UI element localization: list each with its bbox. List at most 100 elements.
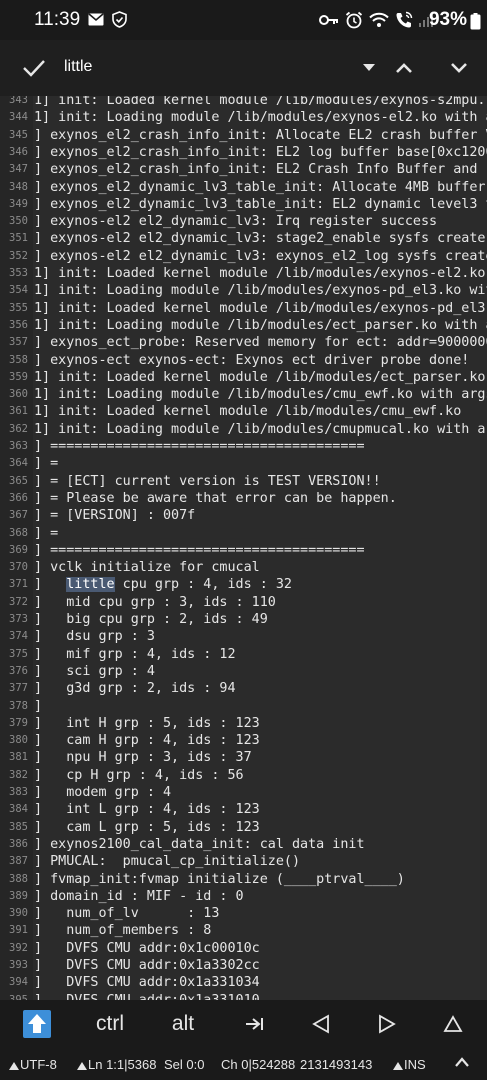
alt-key-button[interactable]: alt — [166, 1008, 200, 1040]
line-text: 1] init: Loading module /lib/modules/exy… — [34, 110, 487, 126]
editor-line[interactable]: 381] npu H grp : 3, ids : 37 — [0, 749, 487, 766]
editor-line[interactable]: 359 1] init: Loaded kernel module /lib/mo… — [0, 369, 487, 386]
find-next-icon[interactable] — [445, 54, 473, 82]
arrow-left-icon[interactable] — [306, 1008, 336, 1040]
key-icon — [319, 13, 339, 32]
line-number: 376 — [9, 664, 28, 677]
editor-line[interactable]: 358] exynos-ect exynos-ect: Exynos ect d… — [0, 352, 487, 369]
editor-line[interactable]: 394] DVFS CMU addr:0x1a331034 — [0, 974, 487, 991]
editor-line[interactable]: 344 1] init: Loading module /lib/modules/… — [0, 109, 487, 126]
line-text: 1] init: Loading module /lib/modules/cmu… — [34, 421, 487, 437]
line-text: ] exynos_ect_probe: Reserved memory for … — [34, 335, 487, 351]
line-text: ] PMUCAL: pmucal_cp_initialize() — [34, 854, 301, 870]
editor-line[interactable]: 351] exynos-el2 el2_dynamic_lv3: stage2_… — [0, 230, 487, 247]
line-text: ] modem grp : 4 — [34, 785, 172, 800]
triangle-up-icon — [9, 1061, 19, 1070]
editor-line[interactable]: 345] exynos_el2_crash_info_init: Allocat… — [0, 127, 487, 144]
editor-line[interactable]: 366] = Please be aware that error can be… — [0, 490, 487, 507]
line-number: 347 — [9, 163, 28, 176]
editor-line[interactable]: 372] mid cpu grp : 3, ids : 110 — [0, 594, 487, 611]
editor-line[interactable]: 370] vclk initialize for cmucal — [0, 559, 487, 576]
line-position-indicator[interactable]: Ln 1:1|5368 — [76, 1057, 156, 1072]
editor-line[interactable]: 374] dsu grp : 3 — [0, 628, 487, 645]
editor-line[interactable]: 371] little cpu grp : 4, ids : 32 — [0, 576, 487, 593]
editor-line[interactable]: 387] PMUCAL: pmucal_cp_initialize() — [0, 853, 487, 870]
editor-line[interactable]: 385] cam L grp : 5, ids : 123 — [0, 819, 487, 836]
editor-line[interactable]: 368] = — [0, 525, 487, 542]
editor-line[interactable]: 391] num_of_members : 8 — [0, 922, 487, 939]
line-number: 361 — [9, 405, 28, 418]
arrow-right-icon[interactable] — [372, 1008, 402, 1040]
editor-line[interactable]: 382] cp H grp : 4, ids : 56 — [0, 767, 487, 784]
line-number: 375 — [9, 647, 28, 660]
editor-line[interactable]: 379] int H grp : 5, ids : 123 — [0, 715, 487, 732]
line-text: ] cam H grp : 4, ids : 123 — [34, 733, 260, 749]
line-text: ] cam L grp : 5, ids : 123 — [34, 819, 260, 835]
editor-line[interactable]: 380] cam H grp : 4, ids : 123 — [0, 732, 487, 749]
find-previous-icon[interactable] — [390, 54, 418, 82]
editor-line[interactable]: 389] domain_id : MIF - id : 0 — [0, 888, 487, 905]
shift-key-icon[interactable] — [20, 1008, 54, 1040]
editor-line[interactable]: 362 1] init: Loading module /lib/modules/… — [0, 421, 487, 438]
editor-line[interactable]: 347] exynos_el2_crash_info_init: EL2 Cra… — [0, 161, 487, 178]
line-number: 355 — [9, 301, 28, 314]
line-text: ] exynos_el2_crash_info_init: EL2 log bu… — [34, 144, 487, 160]
line-text: 1] init: Loaded kernel module /lib/modul… — [34, 404, 462, 420]
editor-line[interactable]: 361 1] init: Loaded kernel module /lib/mo… — [0, 403, 487, 420]
line-text: ] big cpu grp : 2, ids : 49 — [34, 612, 268, 627]
editor-line[interactable]: 388] fvmap_init:fvmap initialize (____pt… — [0, 871, 487, 888]
line-number: 343 — [9, 96, 28, 106]
editor-line[interactable]: 349] exynos_el2_dynamic_lv3_table_init: … — [0, 196, 487, 213]
editor-line[interactable]: 343 1] init: Loaded kernel module /lib/mo… — [0, 96, 487, 109]
editor-line[interactable]: 367] = [VERSION] : 007f — [0, 507, 487, 524]
editor-line[interactable]: 357] exynos_ect_probe: Reserved memory f… — [0, 334, 487, 351]
line-text: 1] init: Loaded kernel module /lib/modul… — [34, 369, 486, 385]
editor-line[interactable]: 353 1] init: Loaded kernel module /lib/mo… — [0, 265, 487, 282]
tab-key-icon[interactable] — [240, 1008, 270, 1040]
line-text: 1] init: Loading module /lib/modules/ect… — [34, 317, 487, 333]
editor-line[interactable]: 393] DVFS CMU addr:0x1a3302cc — [0, 957, 487, 974]
editor-lines: 343 1] init: Loaded kernel module /lib/mo… — [0, 96, 487, 1000]
chevron-up-icon[interactable] — [454, 1055, 470, 1072]
editor-line[interactable]: 376] sci grp : 4 — [0, 663, 487, 680]
line-text: 1] init: Loaded kernel module /lib/modul… — [34, 300, 487, 316]
mail-icon — [88, 13, 104, 31]
editor-line[interactable]: 354 1] init: Loading module /lib/modules/… — [0, 282, 487, 299]
editor-line[interactable]: 384] int L grp : 4, ids : 123 — [0, 801, 487, 818]
editor-line[interactable]: 390] num_of_lv : 13 — [0, 905, 487, 922]
check-icon[interactable] — [20, 54, 48, 82]
editor-line[interactable]: 377] g3d grp : 2, ids : 94 — [0, 680, 487, 697]
char-code-indicator: 2131493143 — [300, 1057, 373, 1072]
editor-line[interactable]: 365] = [ECT] current version is TEST VER… — [0, 473, 487, 490]
editor-line[interactable]: 352] exynos-el2 el2_dynamic_lv3: exynos_… — [0, 248, 487, 265]
editor-line[interactable]: 348] exynos_el2_dynamic_lv3_table_init: … — [0, 179, 487, 196]
arrow-up-icon[interactable] — [438, 1008, 468, 1040]
editor-line[interactable]: 363] ===================================… — [0, 438, 487, 455]
line-text: ] fvmap_init:fvmap initialize (____ptrva… — [34, 871, 405, 887]
editor-line[interactable]: 386] exynos2100_cal_data_init: cal data … — [0, 836, 487, 853]
editor-line[interactable]: 360 1] init: Loading module /lib/modules/… — [0, 386, 487, 403]
editor-line[interactable]: 356 1] init: Loading module /lib/modules/… — [0, 317, 487, 334]
editor-line[interactable]: 395] DVFS CMU addr:0x1a331010 — [0, 992, 487, 1000]
editor-line[interactable]: 364] = — [0, 455, 487, 472]
editor-line[interactable]: 383] modem grp : 4 — [0, 784, 487, 801]
search-input[interactable] — [64, 52, 324, 82]
editor-line[interactable]: 392] DVFS CMU addr:0x1c00010c — [0, 940, 487, 957]
editor-line[interactable]: 355 1] init: Loaded kernel module /lib/mo… — [0, 300, 487, 317]
editor-line[interactable]: 373] big cpu grp : 2, ids : 49 — [0, 611, 487, 628]
line-number: 346 — [9, 145, 28, 158]
ctrl-key-button[interactable]: ctrl — [90, 1008, 130, 1040]
editor-line[interactable]: 346 ] exynos_el2_crash_info_init: EL2 log… — [0, 144, 487, 161]
battery-level: 93% — [428, 9, 467, 30]
editor-line[interactable]: 369] ===================================… — [0, 542, 487, 559]
search-options-dropdown-icon[interactable] — [355, 54, 383, 82]
editor-line[interactable]: 350] exynos-el2 el2_dynamic_lv3: Irq reg… — [0, 213, 487, 230]
insert-mode-indicator[interactable]: INS — [392, 1057, 426, 1072]
encoding-indicator[interactable]: UTF-8 — [8, 1057, 57, 1072]
editor-line[interactable]: 375] mif grp : 4, ids : 12 — [0, 646, 487, 663]
text-editor[interactable]: 343 1] init: Loaded kernel module /lib/mo… — [0, 96, 487, 1000]
line-text: ] num_of_members : 8 — [34, 923, 212, 939]
line-text: ] npu H grp : 3, ids : 37 — [34, 750, 252, 766]
editor-line[interactable]: 378] — [0, 698, 487, 715]
line-number: 372 — [9, 595, 28, 608]
